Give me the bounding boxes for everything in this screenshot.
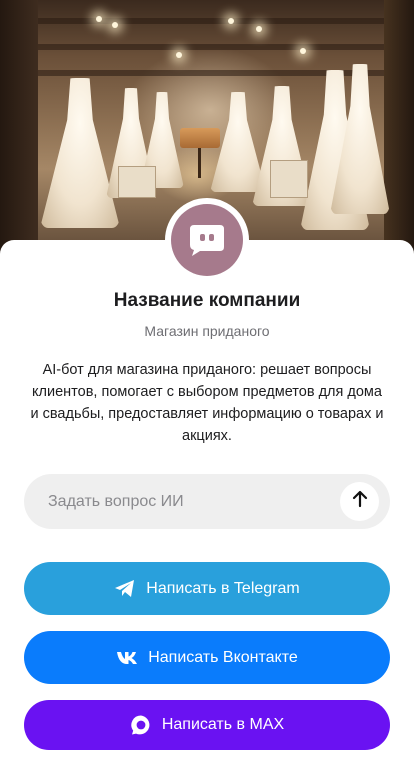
max-icon <box>130 714 152 736</box>
telegram-button-label: Написать в Telegram <box>146 579 300 597</box>
avatar <box>171 204 243 276</box>
vk-button-label: Написать Вконтакте <box>148 648 298 666</box>
company-subtitle: Магазин приданого <box>144 323 270 339</box>
telegram-icon <box>114 579 136 599</box>
arrow-up-icon <box>352 490 368 513</box>
vk-button[interactable]: Написать Вконтакте <box>24 631 390 684</box>
ask-ai-bar <box>24 474 390 529</box>
max-button[interactable]: Написать в MAX <box>24 700 390 750</box>
vk-icon <box>116 651 138 665</box>
ask-ai-input[interactable] <box>48 474 328 529</box>
chat-bot-icon <box>188 223 226 257</box>
company-name: Название компании <box>113 290 301 311</box>
company-description: AI-бот для магазина приданого: решает во… <box>30 362 384 444</box>
telegram-button[interactable]: Написать в Telegram <box>24 562 390 615</box>
max-button-label: Написать в MAX <box>161 716 285 733</box>
send-button[interactable] <box>340 482 379 521</box>
page: Название компании Магазин приданого AI-б… <box>0 0 414 770</box>
